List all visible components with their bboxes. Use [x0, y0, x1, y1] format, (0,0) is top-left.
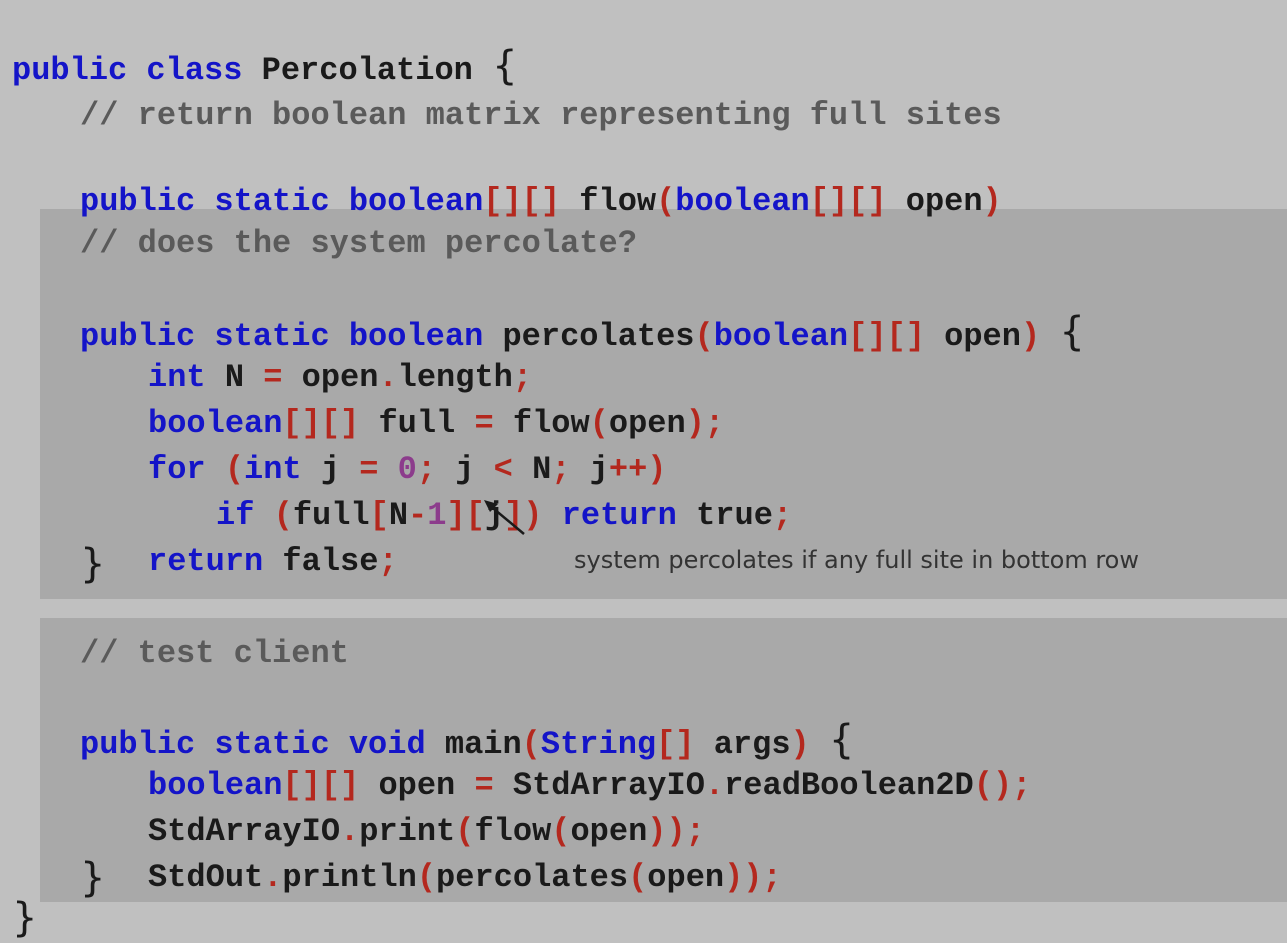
code-line-print: StdArrayIO.print(flow(open));	[148, 772, 705, 850]
operator: .	[704, 767, 725, 804]
code-line-println: StdOut.println(percolates(open));	[148, 818, 782, 896]
class-name: Percolation	[261, 52, 473, 89]
operator: )	[1020, 318, 1041, 355]
percolates-signature: public static boolean percolates(boolean…	[80, 272, 1085, 355]
operator: )	[685, 405, 705, 442]
identifier: open	[647, 859, 725, 896]
operator: ;	[704, 405, 725, 442]
number-literal: 1	[427, 497, 447, 534]
param-name: open	[905, 183, 983, 220]
open-brace: {	[492, 43, 518, 89]
keyword-class: class	[146, 52, 243, 89]
param-name: open	[944, 318, 1021, 355]
keyword: static	[214, 183, 330, 220]
percolates-comment: // does the system percolate?	[80, 225, 637, 262]
operator: ;	[762, 859, 782, 896]
annotation-arrow-icon	[484, 500, 525, 535]
close-brace: }	[12, 895, 38, 941]
identifier: percolates	[436, 859, 629, 896]
keyword: boolean	[713, 318, 849, 355]
main-close-brace: }	[80, 858, 105, 898]
percolates-close-brace: }	[80, 544, 105, 584]
method-name: flow	[579, 183, 657, 220]
operator: ;	[378, 543, 398, 580]
identifier: StdOut	[148, 859, 264, 896]
operator: ()	[973, 767, 1013, 804]
code-line-return-false: return false;	[148, 502, 398, 580]
flow-signature: public static boolean[][] flow(boolean[]…	[80, 142, 1002, 220]
flow-comment: // return boolean matrix representing fu…	[80, 97, 1002, 134]
operator: (	[416, 859, 437, 896]
operator: (	[656, 183, 676, 220]
code-line-int-n: int N = open.length;	[148, 318, 532, 396]
code-line-for: for (int j = 0; j < N; j++)	[148, 410, 666, 488]
identifier: readBoolean2D	[724, 767, 974, 804]
identifier: println	[282, 859, 417, 896]
keyword: boolean	[348, 183, 484, 220]
close-brace: }	[80, 541, 106, 587]
main-signature: public static void main(String[] args) {	[80, 680, 854, 763]
identifier: true	[696, 497, 773, 534]
operator: (	[694, 318, 714, 355]
operator: ))	[724, 859, 763, 896]
class-declaration: public class Percolation {	[12, 6, 518, 89]
operator: [][]	[483, 183, 561, 220]
code-line-if: if (full[N-1][j]) return true;	[216, 456, 792, 534]
identifier: false	[282, 543, 379, 580]
keyword-public: public	[12, 52, 128, 89]
operator: )	[982, 183, 1002, 220]
operator: [][]	[848, 318, 925, 355]
keyword: boolean	[675, 183, 810, 220]
keyword: public	[80, 183, 196, 220]
keyword: for	[148, 451, 206, 488]
operator: .	[263, 859, 283, 896]
code-line-full: boolean[][] full = flow(open);	[148, 364, 724, 442]
code-line-read: boolean[][] open = StdArrayIO.readBoolea…	[148, 726, 1031, 804]
annotation-text: system percolates if any full site in bo…	[574, 546, 1139, 574]
keyword: return	[561, 497, 677, 534]
close-brace: }	[80, 855, 106, 901]
keyword: return	[148, 543, 264, 580]
open-brace: {	[1059, 309, 1085, 355]
class-close-brace: }	[12, 898, 37, 938]
main-comment: // test client	[80, 635, 349, 672]
operator: [][]	[809, 183, 887, 220]
operator: (	[628, 859, 648, 896]
operator: -	[408, 497, 428, 534]
operator: ;	[1012, 767, 1032, 804]
operator: ;	[772, 497, 793, 534]
